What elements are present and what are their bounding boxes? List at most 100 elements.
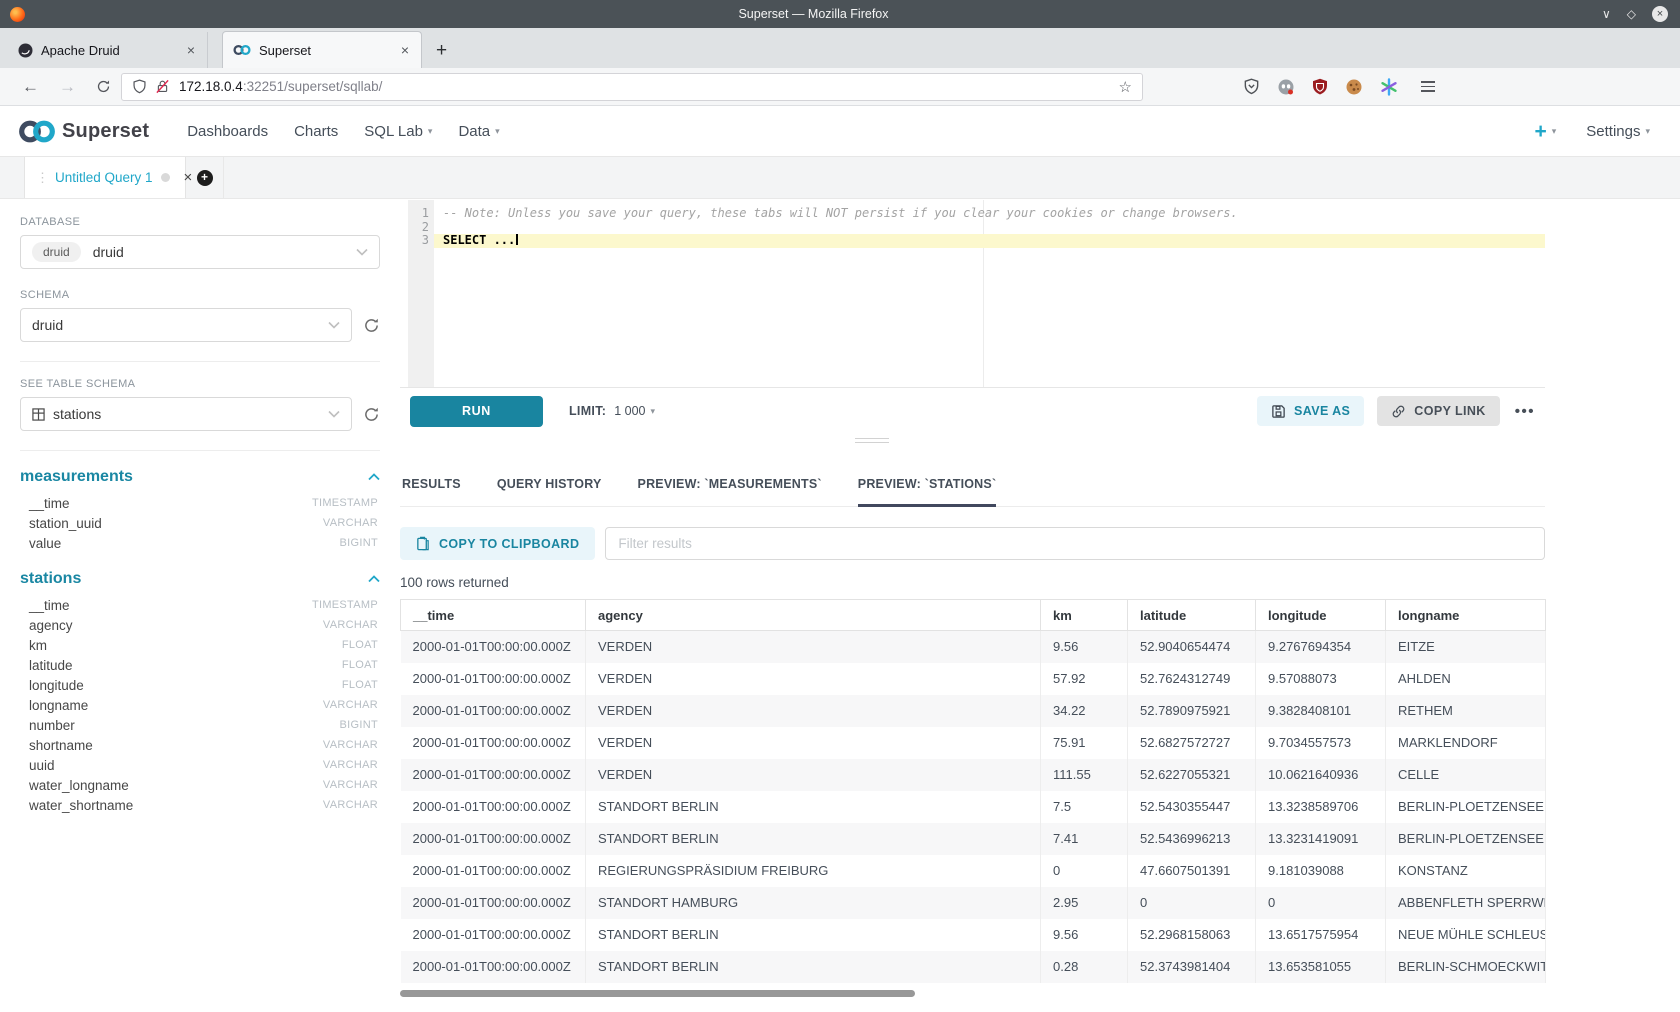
navbar-item-charts[interactable]: Charts	[294, 123, 338, 140]
database-select[interactable]: druid druid	[20, 235, 380, 269]
browser-tab-apache-druid[interactable]: Apache Druid ×	[8, 32, 208, 68]
copy-link-button[interactable]: COPY LINK	[1377, 396, 1499, 426]
navbar-item-label: Data	[458, 123, 490, 140]
ublock-icon[interactable]	[1312, 78, 1328, 95]
schema-column-row: numberBIGINT	[20, 715, 380, 735]
cell: 52.6827572727	[1128, 727, 1256, 759]
bookmark-star-icon[interactable]: ☆	[1119, 78, 1132, 96]
column-header-__time[interactable]: __time	[401, 600, 586, 631]
filter-results-input[interactable]	[605, 527, 1545, 560]
tab-label: Superset	[259, 43, 399, 58]
schema-column-row: longnameVARCHAR	[20, 695, 380, 715]
cell: 9.181039088	[1256, 855, 1386, 887]
chevron-up-icon[interactable]	[368, 473, 380, 481]
table-row: 2000-01-01T00:00:00.000ZVERDEN34.2252.78…	[401, 695, 1546, 727]
browser-tab-superset[interactable]: Superset ×	[222, 31, 422, 68]
superset-logo[interactable]: Superset	[16, 118, 149, 145]
query-tab-untitled-1[interactable]: ⋮ Untitled Query 1 ×	[24, 157, 186, 198]
forward-icon[interactable]: →	[59, 77, 76, 97]
column-name: value	[29, 536, 61, 551]
settings-label: Settings	[1586, 123, 1640, 140]
pocket-shield-icon[interactable]	[1243, 78, 1260, 95]
table-select[interactable]: stations	[20, 397, 352, 431]
new-item-caret-icon[interactable]: ▾	[1552, 126, 1557, 137]
line-number: 1	[408, 207, 434, 221]
column-name: uuid	[29, 758, 55, 773]
limit-caret-icon: ▾	[651, 406, 656, 417]
cell: VERDEN	[586, 727, 1041, 759]
close-tab-icon[interactable]: ×	[399, 42, 411, 58]
sql-editor[interactable]: 1-- Note: Unless you save your query, th…	[400, 200, 1545, 387]
column-header-longitude[interactable]: longitude	[1256, 600, 1386, 631]
results-tab-1[interactable]: QUERY HISTORY	[497, 477, 602, 507]
editor-line-3: 3SELECT ...	[400, 234, 1545, 248]
close-window-icon[interactable]: ×	[1652, 6, 1668, 22]
tracking-shield-icon[interactable]	[132, 79, 147, 94]
maximize-icon[interactable]: ◇	[1627, 8, 1636, 20]
cell: 0.28	[1041, 951, 1128, 983]
save-as-button[interactable]: SAVE AS	[1257, 396, 1364, 426]
horizontal-scrollbar	[400, 990, 1545, 997]
cell: BERLIN-PLOETZENSEE OP	[1386, 823, 1546, 855]
cell: STANDORT BERLIN	[586, 951, 1041, 983]
copy-to-clipboard-button[interactable]: COPY TO CLIPBOARD	[400, 527, 595, 560]
results-tab-3[interactable]: PREVIEW: `STATIONS`	[858, 477, 997, 507]
column-type: TIMESTAMP	[312, 599, 378, 611]
column-name: agency	[29, 618, 73, 633]
limit-dropdown[interactable]: LIMIT: 1 000 ▾	[569, 404, 655, 418]
cell: 52.9040654474	[1128, 631, 1256, 663]
column-name: number	[29, 718, 75, 733]
back-icon[interactable]: ←	[22, 77, 39, 97]
refresh-schemas-icon[interactable]	[363, 317, 380, 334]
reload-icon[interactable]	[96, 79, 111, 94]
privacy-mask-icon[interactable]	[1277, 78, 1295, 96]
drag-grip-icon[interactable]: ⋮	[36, 170, 47, 186]
column-header-longname[interactable]: longname	[1386, 600, 1546, 631]
cell: 57.92	[1041, 663, 1128, 695]
column-header-agency[interactable]: agency	[586, 600, 1041, 631]
cell: 52.6227055321	[1128, 759, 1256, 791]
column-name: latitude	[29, 658, 73, 673]
more-actions-button[interactable]: •••	[1515, 403, 1535, 420]
insecure-lock-icon[interactable]	[155, 79, 170, 94]
schema-table-header-stations[interactable]: stations	[20, 570, 380, 588]
minimize-icon[interactable]: ∨	[1602, 8, 1611, 20]
refresh-tables-icon[interactable]	[363, 406, 380, 423]
new-browser-tab-button[interactable]: +	[436, 40, 447, 62]
new-query-tab-button[interactable]: +	[186, 157, 224, 198]
navbar-item-dashboards[interactable]: Dashboards	[187, 123, 268, 140]
run-button[interactable]: RUN	[410, 396, 543, 427]
column-header-km[interactable]: km	[1041, 600, 1128, 631]
menu-hamburger-icon[interactable]	[1421, 81, 1435, 92]
table-name: measurements	[20, 468, 133, 486]
navbar-item-sql-lab[interactable]: SQL Lab▾	[364, 123, 432, 140]
sql-editor-lines: 1-- Note: Unless you save your query, th…	[400, 207, 1545, 248]
schema-select[interactable]: druid	[20, 308, 352, 342]
sparkle-extension-icon[interactable]	[1380, 78, 1398, 96]
chevron-up-icon[interactable]	[368, 575, 380, 583]
schema-table-header-measurements[interactable]: measurements	[20, 468, 380, 486]
results-tab-0[interactable]: RESULTS	[402, 477, 461, 507]
url-text: 172.18.0.4:32251/superset/sqllab/	[179, 79, 382, 94]
cell: 9.56	[1041, 631, 1128, 663]
schema-column-row: valueBIGINT	[20, 533, 380, 553]
table-row: 2000-01-01T00:00:00.000ZVERDEN75.9152.68…	[401, 727, 1546, 759]
close-tab-icon[interactable]: ×	[185, 42, 197, 58]
cookie-icon[interactable]	[1345, 78, 1363, 96]
schema-column-row: water_longnameVARCHAR	[20, 775, 380, 795]
table-row: 2000-01-01T00:00:00.000ZVERDEN111.5552.6…	[401, 759, 1546, 791]
scrollbar-thumb[interactable]	[400, 990, 915, 997]
column-header-latitude[interactable]: latitude	[1128, 600, 1256, 631]
cell: AHLDEN	[1386, 663, 1546, 695]
cell: MARKLENDORF	[1386, 727, 1546, 759]
column-name: longname	[29, 698, 88, 713]
results-tab-2[interactable]: PREVIEW: `MEASUREMENTS`	[638, 477, 822, 507]
address-bar[interactable]: 172.18.0.4:32251/superset/sqllab/ ☆	[121, 73, 1143, 101]
cell: BERLIN-PLOETZENSEE UP	[1386, 791, 1546, 823]
column-name: __time	[29, 598, 70, 613]
navbar-item-label: Charts	[294, 123, 338, 140]
table-name: stations	[20, 570, 81, 588]
navbar-item-data[interactable]: Data▾	[458, 123, 499, 140]
new-item-button[interactable]: +	[1534, 121, 1546, 142]
settings-menu[interactable]: Settings▾	[1586, 123, 1650, 140]
